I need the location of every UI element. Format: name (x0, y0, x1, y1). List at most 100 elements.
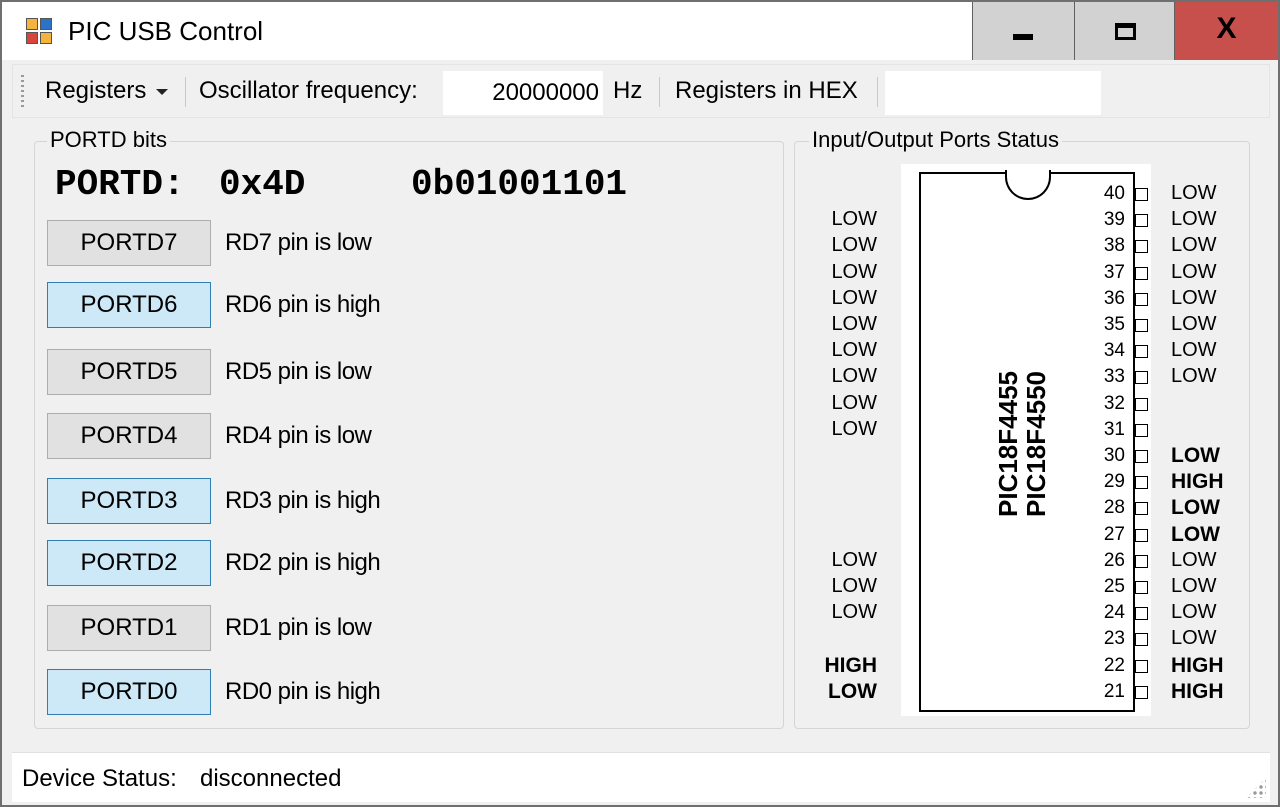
pin-26-state: LOW (1171, 548, 1217, 571)
toolbar-separator (877, 77, 878, 107)
device-status-value: disconnected (200, 765, 342, 792)
pin-40-box (1135, 188, 1148, 201)
pin-9-state: LOW (831, 391, 877, 414)
pin-27-box (1135, 528, 1148, 542)
pin-26-number: 26 (1103, 549, 1125, 571)
pin-29-state: HIGH (1171, 470, 1224, 494)
pin-39-box (1135, 214, 1148, 228)
pin-25-state: LOW (1171, 575, 1217, 597)
portd-bit-4-status: RD4 pin is low (225, 422, 372, 449)
portd-hex-value: 0x4D (219, 164, 306, 205)
pin-33-state: LOW (1171, 365, 1217, 388)
chip-body: PIC18F4455 PIC18F4550 (919, 170, 1135, 712)
pin-25-number: 25 (1103, 576, 1125, 597)
pin-35-number: 35 (1103, 314, 1125, 335)
pin-27-state: LOW (1171, 522, 1220, 546)
pin-22-box (1135, 659, 1148, 673)
pin-23-state: LOW (1171, 627, 1217, 650)
pin-34-number: 34 (1103, 340, 1125, 362)
pin-21-number: 21 (1103, 680, 1125, 702)
pin-3-state: LOW (831, 234, 877, 257)
chip-name-4455: PIC18F4455 (993, 371, 1023, 517)
registers-hex-input[interactable] (885, 71, 1101, 115)
toolbar-separator (659, 77, 660, 107)
pin-7-state: LOW (831, 339, 877, 362)
portd-bit-6-button[interactable]: PORTD6 (47, 282, 211, 328)
pin-37-state: LOW (1171, 260, 1217, 283)
pin-4-state: LOW (831, 260, 877, 283)
io-ports-status-legend: Input/Output Ports Status (809, 127, 1063, 153)
pin-34-state: LOW (1171, 339, 1217, 362)
window-title: PIC USB Control (68, 16, 264, 46)
portd-binary-value: 0b01001101 (411, 164, 628, 205)
pin-40-number: 40 (1103, 183, 1125, 204)
pin-24-box (1135, 607, 1148, 621)
title-bar[interactable]: PIC USB Control X (2, 2, 1278, 60)
status-bar: Device Status: disconnected (12, 752, 1270, 802)
pin-2-state: LOW (831, 208, 877, 231)
portd-bit-3-status: RD3 pin is high (225, 487, 381, 514)
toolbar-grip-icon[interactable] (21, 75, 24, 107)
minimize-button[interactable] (972, 2, 1074, 60)
pin-15-state: LOW (831, 548, 877, 571)
registers-dropdown[interactable]: Registers (45, 77, 169, 105)
pin-22-state: HIGH (1171, 653, 1224, 677)
pin-37-number: 37 (1103, 261, 1125, 283)
pin-17-state: LOW (831, 601, 877, 624)
portd-bit-3-button[interactable]: PORTD3 (47, 478, 211, 524)
pin-19-state: HIGH (824, 653, 878, 677)
pin-39-number: 39 (1103, 209, 1125, 231)
portd-bit-0-button[interactable]: PORTD0 (47, 669, 211, 715)
portd-bits-legend: PORTD bits (47, 127, 170, 153)
portd-bit-7-status: RD7 pin is low (225, 229, 372, 256)
portd-bit-2-button[interactable]: PORTD2 (47, 540, 211, 586)
pin-32-number: 32 (1103, 392, 1125, 414)
portd-bit-1-status: RD1 pin is low (225, 614, 372, 641)
portd-bit-7-button[interactable]: PORTD7 (47, 220, 211, 266)
pin-30-box (1135, 450, 1148, 463)
toolbar-separator (185, 77, 186, 107)
pin-36-box (1135, 292, 1148, 306)
pin-28-state: LOW (1171, 496, 1220, 520)
pin-21-box (1135, 685, 1148, 699)
portd-bit-1-button[interactable]: PORTD1 (47, 605, 211, 651)
pin-6-state: LOW (831, 313, 877, 335)
registers-hex-label: Registers in HEX (675, 77, 858, 104)
chip-name-4550: PIC18F4550 (1021, 371, 1051, 517)
pin-23-box (1135, 633, 1148, 647)
portd-name: PORTD: (55, 164, 185, 205)
pin-33-number: 33 (1103, 366, 1125, 388)
pin-38-box (1135, 240, 1148, 254)
hz-label: Hz (613, 77, 643, 104)
portd-bit-2-status: RD2 pin is high (225, 549, 381, 576)
pin-27-number: 27 (1103, 523, 1125, 545)
minimize-icon (1013, 34, 1033, 40)
portd-bit-4-button[interactable]: PORTD4 (47, 413, 211, 459)
chevron-down-icon (156, 88, 169, 95)
toolbar: Registers Oscillator frequency: Hz Regis… (12, 64, 1270, 118)
pin-26-box (1135, 554, 1148, 568)
pin-36-state: LOW (1171, 286, 1217, 309)
oscillator-frequency-input[interactable] (443, 71, 603, 115)
close-button[interactable]: X (1174, 2, 1278, 60)
pin-10-state: LOW (831, 417, 877, 440)
pin-32-box (1135, 397, 1148, 411)
chip-notch (1005, 170, 1051, 200)
maximize-button[interactable] (1074, 2, 1174, 60)
portd-bit-5-button[interactable]: PORTD5 (47, 349, 211, 395)
pin-30-number: 30 (1103, 445, 1125, 466)
pin-29-box (1135, 476, 1148, 490)
pin-35-box (1135, 319, 1148, 332)
pin-20-state: LOW (828, 679, 877, 703)
pin-25-box (1135, 581, 1148, 594)
pin-35-state: LOW (1171, 313, 1217, 335)
close-icon: X (1216, 12, 1237, 45)
pin-31-number: 31 (1103, 418, 1125, 440)
registers-dropdown-label: Registers (45, 77, 147, 104)
pin-8-state: LOW (831, 365, 877, 388)
pin-38-number: 38 (1103, 235, 1125, 257)
portd-bit-0-status: RD0 pin is high (225, 678, 381, 705)
pin-21-state: HIGH (1171, 679, 1224, 703)
pin-38-state: LOW (1171, 234, 1217, 257)
size-grip-icon[interactable] (1246, 778, 1266, 798)
